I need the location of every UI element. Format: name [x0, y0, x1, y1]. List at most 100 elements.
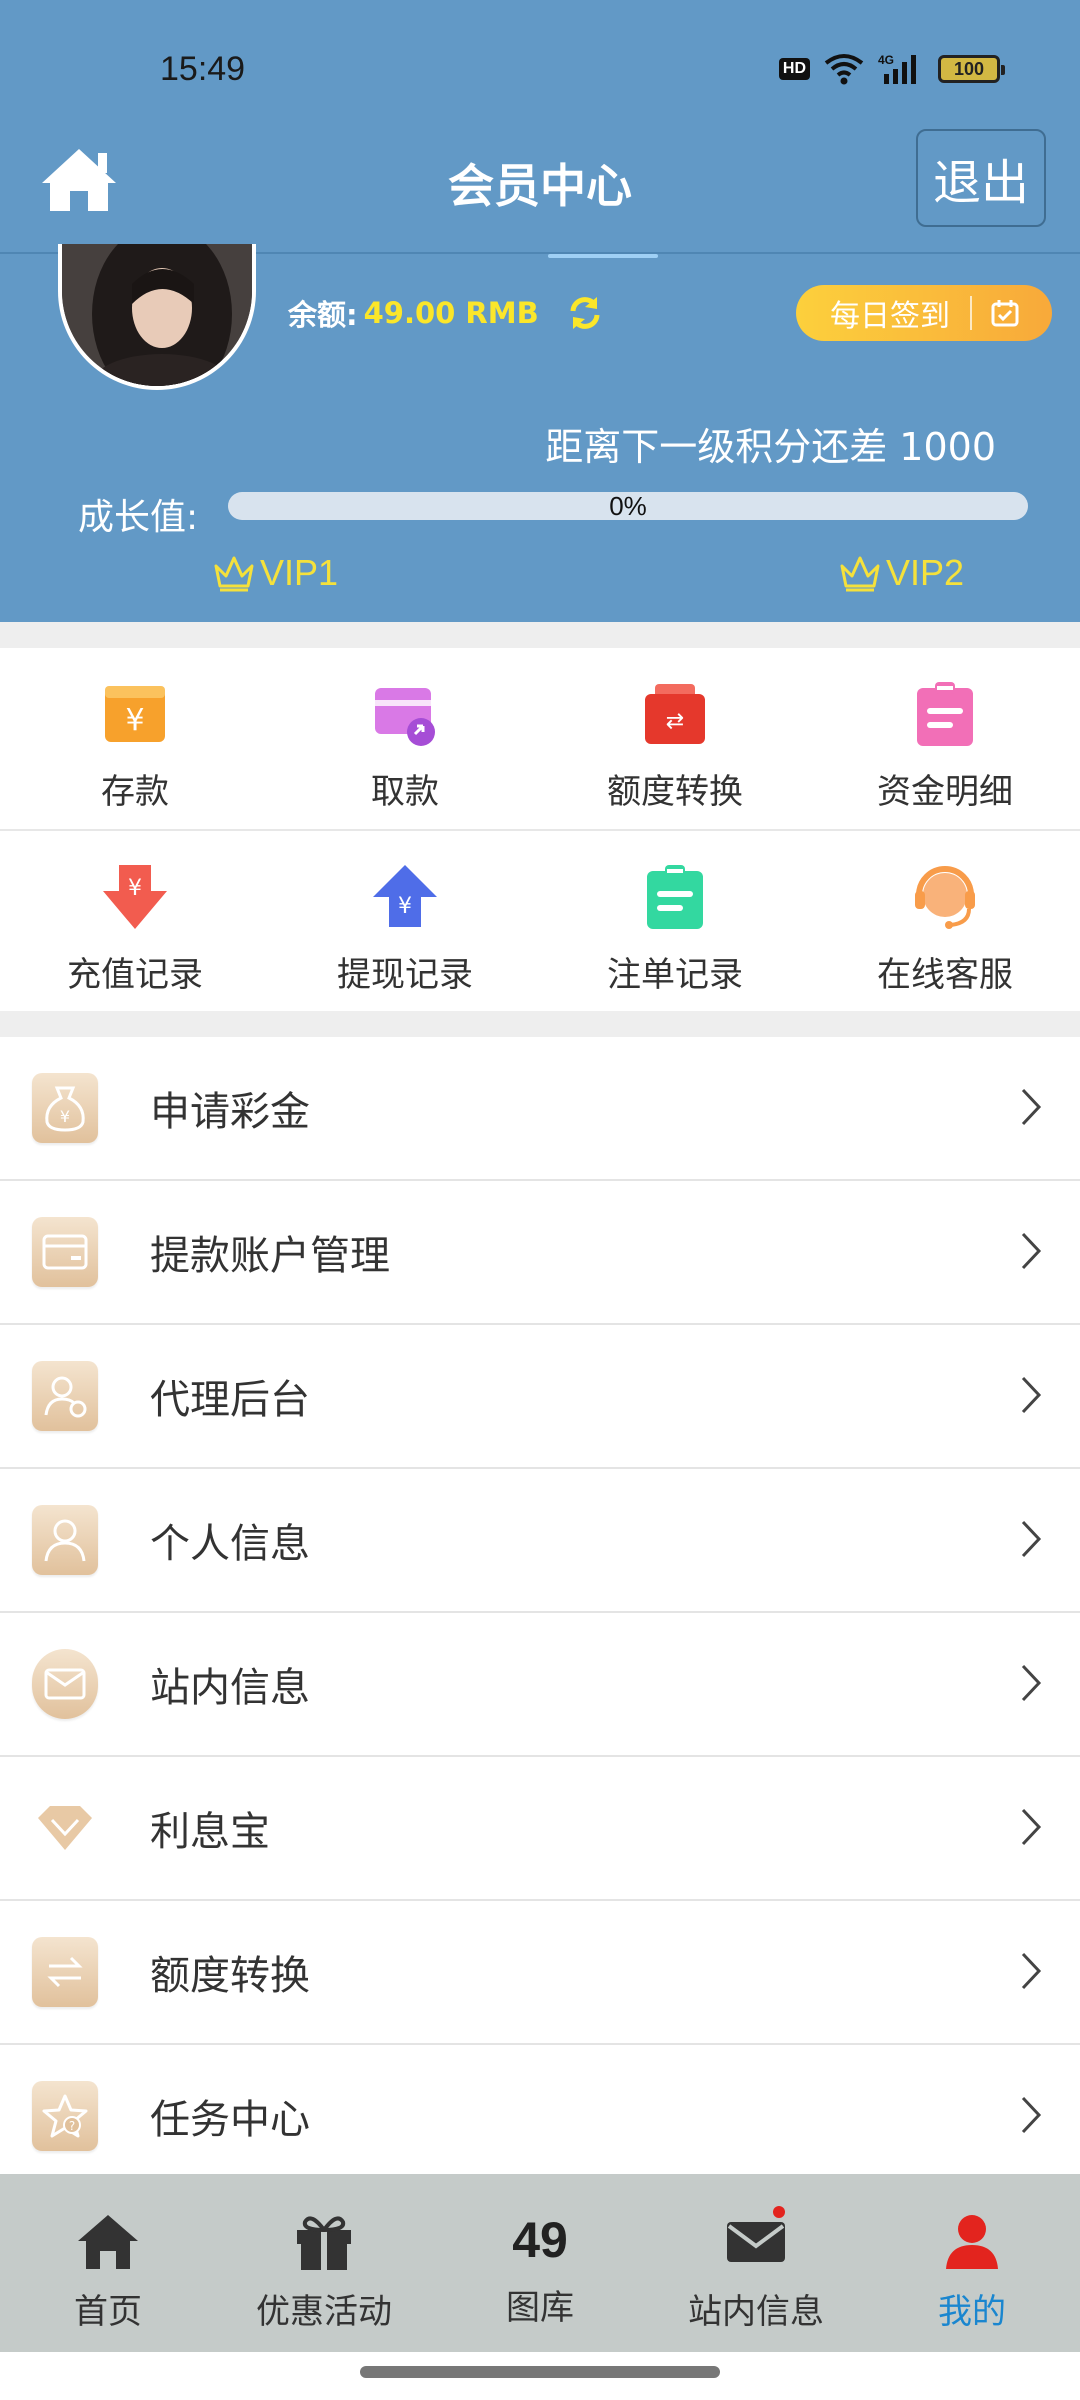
- quick-actions-row-2: ¥ 充值记录 ¥ 提现记录 注单记录 在线客服: [0, 831, 1080, 1011]
- svg-text:4G: 4G: [878, 53, 894, 67]
- growth-progress-bar: 0%: [228, 491, 1028, 521]
- quick-actions-row-1: ¥ 存款 取款 ⇄ 额度转换 资金明细: [0, 648, 1080, 830]
- chevron-right-icon: [1021, 1376, 1042, 1414]
- crown-icon: [840, 556, 880, 592]
- nav-promotions[interactable]: 优惠活动: [216, 2174, 432, 2352]
- withdraw-record-icon: ¥: [373, 865, 437, 927]
- menu-item-quota-transfer[interactable]: 额度转换: [0, 1901, 1080, 2045]
- unread-dot: [773, 2206, 785, 2218]
- chevron-right-icon: [1021, 1808, 1042, 1846]
- chevron-right-icon: [1021, 1088, 1042, 1126]
- menu-item-label: 提款账户管理: [150, 1233, 390, 1279]
- recharge-record-icon: ¥: [103, 865, 167, 929]
- svg-text:¥: ¥: [60, 1107, 70, 1126]
- envelope-icon: [727, 2222, 785, 2262]
- menu-item-label: 个人信息: [150, 1521, 310, 1567]
- menu-item-personal-info[interactable]: 个人信息: [0, 1469, 1080, 1613]
- customer-service-icon: [915, 866, 975, 929]
- deposit-button[interactable]: ¥ 存款: [0, 648, 270, 830]
- svg-text:⇄: ⇄: [666, 709, 684, 734]
- signin-label: 每日签到: [830, 299, 950, 334]
- crown-icon: [214, 556, 254, 592]
- quick-action-label: 存款: [101, 772, 169, 812]
- task-star-icon: ?: [32, 2081, 98, 2151]
- svg-text:¥: ¥: [398, 894, 412, 919]
- menu-item-interest-treasure[interactable]: 利息宝: [0, 1757, 1080, 1901]
- nav-label: 我的: [938, 2292, 1006, 2332]
- menu-item-site-messages[interactable]: 站内信息: [0, 1613, 1080, 1757]
- bottom-nav: 首页 优惠活动 49 图库 站内信息 我的: [0, 2174, 1080, 2352]
- nav-mine[interactable]: 我的: [864, 2174, 1080, 2352]
- vip-current-label: VIP1: [260, 552, 339, 593]
- chevron-right-icon: [1021, 1232, 1042, 1270]
- vip-current: VIP1: [212, 552, 338, 594]
- menu-item-label: 任务中心: [150, 2097, 310, 2143]
- avatar[interactable]: [58, 244, 256, 390]
- daily-signin-button[interactable]: 每日签到: [796, 285, 1052, 341]
- wifi-icon: [824, 54, 864, 85]
- deposit-icon: ¥: [105, 686, 165, 742]
- nav-home[interactable]: 首页: [0, 2174, 216, 2352]
- customer-service-button[interactable]: 在线客服: [810, 831, 1080, 1011]
- menu-item-label: 代理后台: [150, 1377, 310, 1423]
- section-gap: [0, 1011, 1080, 1037]
- menu-item-label: 申请彩金: [150, 1089, 310, 1135]
- vip-next-label: VIP2: [886, 552, 965, 593]
- withdraw-record-button[interactable]: ¥ 提现记录: [270, 831, 540, 1011]
- transfer-wallet-icon: ⇄: [645, 684, 705, 744]
- gallery-number-icon: 49: [512, 2212, 568, 2268]
- nav-label: 首页: [74, 2292, 142, 2332]
- mail-icon: [32, 1649, 98, 1719]
- refresh-icon[interactable]: [567, 295, 603, 331]
- next-level-text: 距离下一级积分还差 1000: [545, 425, 996, 469]
- chevron-right-icon: [1021, 1952, 1042, 1990]
- gift-icon: [297, 2216, 351, 2270]
- balance-row: 余额: 49.00 RMB: [288, 292, 603, 334]
- calendar-check-icon: [991, 300, 1019, 327]
- logout-button[interactable]: 退出: [916, 129, 1046, 227]
- fund-detail-icon: [917, 682, 973, 746]
- withdraw-button[interactable]: 取款: [270, 648, 540, 830]
- avatar-image: [62, 244, 252, 386]
- growth-progress-text: 0%: [609, 491, 647, 521]
- swap-icon: [32, 1937, 98, 2007]
- agent-icon: [32, 1361, 98, 1431]
- fund-detail-button[interactable]: 资金明细: [810, 648, 1080, 830]
- menu-item-label: 站内信息: [150, 1665, 310, 1711]
- bet-record-icon: [647, 865, 703, 929]
- quick-action-label: 充值记录: [67, 955, 203, 995]
- quick-action-label: 注单记录: [607, 955, 743, 995]
- balance-label: 余额:: [288, 298, 358, 332]
- menu-item-agent-backend[interactable]: 代理后台: [0, 1325, 1080, 1469]
- menu-item-label: 利息宝: [150, 1809, 270, 1855]
- chevron-right-icon: [1021, 1664, 1042, 1702]
- bet-record-button[interactable]: 注单记录: [540, 831, 810, 1011]
- status-time: 15:49: [160, 50, 246, 88]
- quick-action-label: 在线客服: [877, 955, 1013, 995]
- menu-item-task-center[interactable]: ? 任务中心: [0, 2045, 1080, 2189]
- chevron-right-icon: [1021, 1520, 1042, 1558]
- chevron-right-icon: [1021, 2096, 1042, 2134]
- nav-messages[interactable]: 站内信息: [648, 2174, 864, 2352]
- signal-icon: 4G: [878, 53, 916, 84]
- money-bag-icon: ¥: [32, 1073, 98, 1143]
- recharge-record-button[interactable]: ¥ 充值记录: [0, 831, 270, 1011]
- svg-text:¥: ¥: [128, 876, 142, 901]
- menu-list: ¥ 申请彩金 提款账户管理 代理后台 个人信息 站内信息 利息宝 额度转换 ? …: [0, 1037, 1080, 2189]
- nav-gallery[interactable]: 49 图库: [432, 2174, 648, 2352]
- withdraw-icon: [375, 688, 435, 746]
- menu-item-withdraw-account[interactable]: 提款账户管理: [0, 1181, 1080, 1325]
- nav-label: 站内信息: [688, 2292, 824, 2332]
- vip-next: VIP2: [838, 552, 964, 594]
- nav-label: 优惠活动: [256, 2292, 392, 2332]
- user-icon: [32, 1505, 98, 1575]
- member-header: 15:49 HD 4G 100 会员中心 退出 余额: 49.00 RMB 每日…: [0, 0, 1080, 622]
- hd-icon: HD: [778, 58, 810, 80]
- status-icons: HD 4G 100: [778, 52, 1005, 86]
- profile-icon: [946, 2215, 998, 2269]
- battery-icon: 100: [938, 55, 1005, 83]
- signin-separator: [970, 296, 972, 330]
- menu-item-apply-bonus[interactable]: ¥ 申请彩金: [0, 1037, 1080, 1181]
- transfer-button[interactable]: ⇄ 额度转换: [540, 648, 810, 830]
- home-indicator: [360, 2366, 720, 2378]
